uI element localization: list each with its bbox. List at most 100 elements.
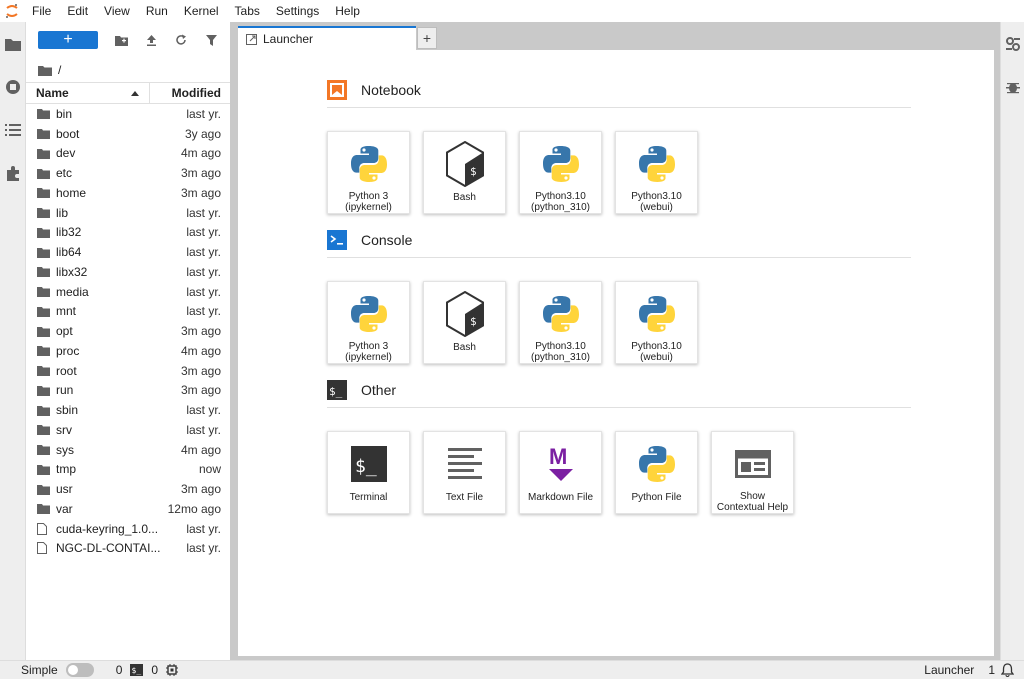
python-icon bbox=[343, 138, 395, 189]
file-name: cuda-keyring_1.0... bbox=[56, 521, 159, 536]
file-list-item[interactable]: lib32 last yr. bbox=[26, 223, 230, 243]
upload-icon[interactable] bbox=[136, 30, 166, 50]
menu-edit[interactable]: Edit bbox=[59, 0, 96, 22]
file-list-item[interactable]: bin last yr. bbox=[26, 104, 230, 124]
launcher-card[interactable]: Show Contextual Help bbox=[711, 431, 794, 514]
notification-bell-icon[interactable] bbox=[1001, 663, 1014, 677]
file-browser: + / Name Modified bin last yr. boot 3y a… bbox=[26, 22, 230, 660]
folder-icon[interactable] bbox=[38, 65, 52, 76]
file-list-item[interactable]: home 3m ago bbox=[26, 183, 230, 203]
file-list-item[interactable]: boot 3y ago bbox=[26, 124, 230, 144]
launcher-card[interactable]: $ Bash bbox=[423, 131, 506, 214]
refresh-icon[interactable] bbox=[166, 30, 196, 50]
tab-launcher[interactable]: Launcher bbox=[238, 26, 416, 50]
launcher-card-label: Python3.10 (webui) bbox=[631, 341, 682, 363]
new-launcher-button[interactable]: + bbox=[38, 31, 98, 49]
file-list-item[interactable]: srv last yr. bbox=[26, 420, 230, 440]
file-modified: last yr. bbox=[186, 422, 221, 437]
file-list-item[interactable]: usr 3m ago bbox=[26, 479, 230, 499]
card-row: $_ Terminal Text File M Markdown File Python… bbox=[327, 431, 794, 514]
launcher-card[interactable]: Python3.10 (python_310) bbox=[519, 131, 602, 214]
file-list-item[interactable]: run 3m ago bbox=[26, 381, 230, 401]
folder-icon[interactable] bbox=[3, 34, 23, 54]
new-folder-icon[interactable] bbox=[106, 30, 136, 50]
file-modified: 3y ago bbox=[184, 126, 221, 141]
notifications-count[interactable]: 1 bbox=[988, 663, 995, 677]
launcher-card-label: Python 3 (ipykernel) bbox=[345, 341, 392, 363]
file-modified: 3m ago bbox=[180, 324, 221, 339]
file-name: libx32 bbox=[56, 264, 88, 279]
folder-icon bbox=[37, 227, 51, 238]
launcher-card[interactable]: M Markdown File bbox=[519, 431, 602, 514]
file-name: proc bbox=[56, 343, 80, 358]
file-modified: 3m ago bbox=[180, 383, 221, 398]
file-list-item[interactable]: dev 4m ago bbox=[26, 144, 230, 164]
launcher-card[interactable]: Python File bbox=[615, 431, 698, 514]
toc-icon[interactable] bbox=[3, 120, 23, 140]
file-list-item[interactable]: var 12mo ago bbox=[26, 499, 230, 519]
file-list-item[interactable]: sys 4m ago bbox=[26, 440, 230, 460]
kernels-count[interactable]: 0 bbox=[116, 663, 123, 677]
file-list-item[interactable]: opt 3m ago bbox=[26, 321, 230, 341]
file-list-item[interactable]: lib64 last yr. bbox=[26, 242, 230, 262]
file-modified: 4m ago bbox=[180, 146, 221, 161]
menu-kernel[interactable]: Kernel bbox=[176, 0, 227, 22]
filter-icon[interactable] bbox=[196, 30, 226, 50]
file-list-item[interactable]: proc 4m ago bbox=[26, 341, 230, 361]
launcher-card[interactable]: Python 3 (ipykernel) bbox=[327, 131, 410, 214]
simple-mode-toggle[interactable] bbox=[65, 663, 94, 677]
file-list-item[interactable]: etc 3m ago bbox=[26, 163, 230, 183]
file-name: sbin bbox=[56, 403, 79, 418]
section-console: Console bbox=[327, 222, 911, 258]
file-name: sys bbox=[56, 442, 74, 457]
menu-run[interactable]: Run bbox=[138, 0, 176, 22]
terminal-status-icon[interactable]: $_ bbox=[130, 664, 144, 676]
file-list-item[interactable]: libx32 last yr. bbox=[26, 262, 230, 282]
breadcrumb-path[interactable]: / bbox=[58, 58, 61, 82]
launcher-card[interactable]: Text File bbox=[423, 431, 506, 514]
launcher-card[interactable]: Python3.10 (python_310) bbox=[519, 281, 602, 364]
file-list-item[interactable]: NGC-DL-CONTAI... last yr. bbox=[26, 539, 230, 559]
python-icon bbox=[631, 288, 683, 339]
file-list-item[interactable]: mnt last yr. bbox=[26, 302, 230, 322]
launcher-card[interactable]: $_ Terminal bbox=[327, 431, 410, 514]
add-tab-button[interactable]: + bbox=[417, 27, 437, 49]
launcher-card[interactable]: $ Bash bbox=[423, 281, 506, 364]
modified-column-header[interactable]: Modified bbox=[150, 86, 230, 100]
launcher-card[interactable]: Python3.10 (webui) bbox=[615, 281, 698, 364]
extension-icon[interactable] bbox=[3, 163, 23, 183]
menu-settings[interactable]: Settings bbox=[268, 0, 327, 22]
file-modified: last yr. bbox=[186, 245, 221, 260]
name-column-header[interactable]: Name bbox=[26, 83, 150, 103]
file-name: boot bbox=[56, 126, 80, 141]
menu-file[interactable]: File bbox=[24, 0, 59, 22]
menu-view[interactable]: View bbox=[96, 0, 138, 22]
svg-text:$: $ bbox=[470, 165, 477, 178]
file-list-item[interactable]: tmp now bbox=[26, 460, 230, 480]
file-list-item[interactable]: sbin last yr. bbox=[26, 400, 230, 420]
file-modified: 3m ago bbox=[180, 166, 221, 181]
launcher-tab-icon bbox=[246, 33, 257, 45]
launcher-card[interactable]: Python 3 (ipykernel) bbox=[327, 281, 410, 364]
property-inspector-icon[interactable] bbox=[1005, 36, 1021, 55]
menu-help[interactable]: Help bbox=[327, 0, 368, 22]
file-list-item[interactable]: root 3m ago bbox=[26, 361, 230, 381]
folder-icon bbox=[37, 306, 51, 317]
section-title: Notebook bbox=[361, 81, 421, 98]
folder-icon bbox=[37, 345, 51, 357]
file-name: var bbox=[56, 501, 73, 516]
menu-tabs[interactable]: Tabs bbox=[227, 0, 268, 22]
activity-label: Launcher bbox=[924, 663, 975, 677]
file-browser-toolbar: + bbox=[26, 22, 230, 58]
file-list-item[interactable]: media last yr. bbox=[26, 282, 230, 302]
file-list-item[interactable]: lib last yr. bbox=[26, 203, 230, 223]
launcher-card[interactable]: Python3.10 (webui) bbox=[615, 131, 698, 214]
terminal-icon: $_ bbox=[343, 438, 395, 490]
file-name: lib32 bbox=[56, 225, 82, 240]
debugger-bug-icon[interactable] bbox=[1005, 79, 1021, 98]
folder-icon bbox=[37, 365, 51, 377]
running-icon[interactable] bbox=[3, 77, 23, 97]
file-list-item[interactable]: cuda-keyring_1.0... last yr. bbox=[26, 519, 230, 539]
python-icon bbox=[343, 288, 395, 339]
terminals-count[interactable]: 0 bbox=[151, 663, 158, 677]
